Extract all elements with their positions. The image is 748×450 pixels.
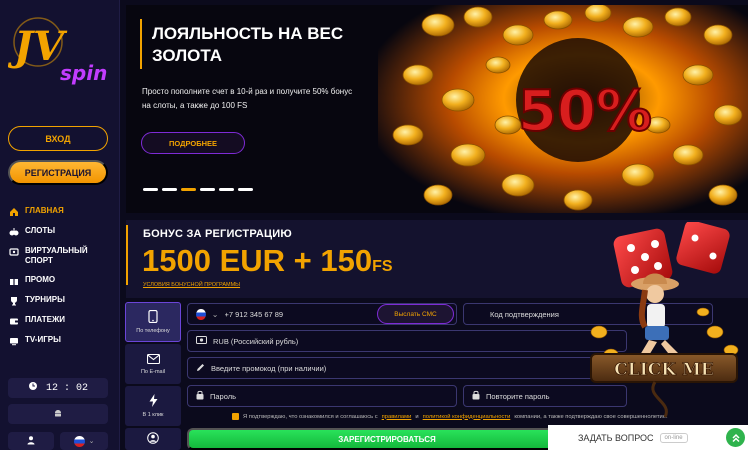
consent-and: и xyxy=(415,413,419,420)
promo-code-field[interactable] xyxy=(187,357,627,379)
bonus-label: БОНУС ЗА РЕГИСТРАЦИЮ xyxy=(143,228,292,240)
chevron-down-icon: ⌄ xyxy=(88,438,95,445)
pencil-icon xyxy=(196,363,205,374)
lock-icon xyxy=(472,390,480,402)
currency-value: RUB (Российский рубль) xyxy=(213,336,299,346)
tab-one-click[interactable]: В 1 клик xyxy=(125,386,181,426)
tv-icon xyxy=(8,335,19,346)
trophy-icon xyxy=(8,295,19,306)
mail-icon xyxy=(146,353,160,366)
tab-social[interactable] xyxy=(125,428,181,450)
nav-item-tv-games[interactable]: TV-ИГРЫ xyxy=(8,335,116,346)
online-status-badge: on-line xyxy=(659,432,688,443)
currency-select[interactable]: RUB (Российский рубль) xyxy=(187,330,627,352)
android-app-button[interactable] xyxy=(8,404,108,424)
tab-label: По телефону xyxy=(136,328,170,334)
banner-more-button[interactable]: ПОДРОБНЕЕ xyxy=(141,132,245,154)
consent-checkbox[interactable] xyxy=(232,413,239,420)
click-me-promo[interactable]: CLICK ME xyxy=(585,222,748,422)
svg-text:JV: JV xyxy=(8,23,68,70)
phone-icon xyxy=(148,309,158,325)
password-input[interactable] xyxy=(210,391,456,401)
nav-item-home[interactable]: ГЛАВНАЯ xyxy=(8,206,116,217)
submit-registration-button[interactable]: ЗАРЕГИСТРИРОВАТЬСЯ xyxy=(187,428,587,450)
clock-time: 12 : 02 xyxy=(45,382,88,394)
nav-item-virtual-sport[interactable]: ВИРТУАЛЬНЫЙ СПОРТ xyxy=(8,246,116,266)
virtual-sport-icon xyxy=(8,246,19,257)
click-me-label: CLICK ME xyxy=(614,360,713,380)
promo-code-input[interactable] xyxy=(211,363,626,373)
clock-icon xyxy=(28,381,38,395)
clock-widget: 12 : 02 xyxy=(8,378,108,398)
bonus-amount-suffix: FS xyxy=(372,258,393,275)
send-sms-button[interactable]: Выслать СМС xyxy=(377,304,454,324)
promo-icon xyxy=(8,275,19,286)
dice-icon xyxy=(613,222,730,288)
language-selector[interactable]: ⌄ xyxy=(60,432,108,450)
banner-pagination xyxy=(143,188,253,191)
nav-label: ВИРТУАЛЬНЫЙ СПОРТ xyxy=(25,246,88,265)
svg-text:spin: spin xyxy=(60,61,107,85)
nav-label: ТУРНИРЫ xyxy=(25,295,65,304)
bonus-amount: 1500 EUR + 150FS xyxy=(142,244,393,284)
main-nav: ГЛАВНАЯ СЛОТЫ ВИРТУАЛЬНЫЙ СПОРТ ПРОМО ТУ… xyxy=(8,206,116,355)
jvspin-logo[interactable]: JV spin xyxy=(8,10,112,90)
money-icon xyxy=(196,336,207,346)
app-root: JV spin ВХОД РЕГИСТРАЦИЯ ГЛАВНАЯ СЛОТЫ В… xyxy=(0,0,748,450)
ask-question-chat[interactable]: ЗАДАТЬ ВОПРОС on-line xyxy=(548,425,748,450)
nav-item-slots[interactable]: СЛОТЫ xyxy=(8,226,116,237)
banner-fifty-percent-text: 50% xyxy=(518,79,652,144)
banner-dot[interactable] xyxy=(219,188,234,191)
bonus-terms-link[interactable]: УСЛОВИЯ БОНУСНОЙ ПРОГРАММЫ xyxy=(143,282,240,288)
promo-banner: 50% ЛОЯЛЬНОСТЬ НА ВЕС ЗОЛОТА Просто попо… xyxy=(126,5,748,213)
slots-icon xyxy=(8,226,19,237)
nav-label: ПРОМО xyxy=(25,275,56,284)
lightning-icon xyxy=(149,394,158,409)
nav-item-payments[interactable]: ПЛАТЕЖИ xyxy=(8,315,116,326)
home-icon xyxy=(8,206,19,217)
nav-label: TV-ИГРЫ xyxy=(25,335,61,344)
user-circle-icon xyxy=(147,432,159,446)
banner-coins-art: 50% xyxy=(378,5,748,213)
chevron-down-icon: ⌄ xyxy=(211,309,219,319)
wallet-icon xyxy=(8,315,19,326)
consent-prefix: Я подтверждаю, что ознакомился и соглаша… xyxy=(243,413,378,420)
privacy-policy-link[interactable]: политикой конфиденциальности xyxy=(423,414,511,420)
register-button[interactable]: РЕГИСТРАЦИЯ xyxy=(8,160,108,185)
sidebar: JV spin ВХОД РЕГИСТРАЦИЯ ГЛАВНАЯ СЛОТЫ В… xyxy=(0,0,120,450)
lock-icon xyxy=(196,390,204,402)
login-button[interactable]: ВХОД xyxy=(8,126,108,151)
user-button[interactable] xyxy=(8,432,54,450)
tab-label: По E-mail xyxy=(140,368,166,375)
nav-item-promo[interactable]: ПРОМО xyxy=(8,275,116,286)
banner-description: Просто пополните счет в 10-й раз и получ… xyxy=(142,87,353,110)
ask-question-label: ЗАДАТЬ ВОПРОС xyxy=(578,432,654,443)
banner-dot[interactable] xyxy=(162,188,177,191)
tab-phone[interactable]: По телефону xyxy=(125,302,181,342)
chevrons-up-icon[interactable] xyxy=(726,428,745,447)
registration-tabs: По телефону По E-mail В 1 клик xyxy=(125,302,183,450)
banner-dot-active[interactable] xyxy=(181,188,196,191)
rules-link[interactable]: правилами xyxy=(382,414,412,420)
russia-flag-icon xyxy=(73,435,85,447)
banner-dot[interactable] xyxy=(200,188,215,191)
nav-label: ПЛАТЕЖИ xyxy=(25,315,65,324)
tab-email[interactable]: По E-mail xyxy=(125,344,181,384)
user-icon xyxy=(26,435,36,447)
banner-dot[interactable] xyxy=(238,188,253,191)
banner-accent-line xyxy=(140,19,142,69)
nav-item-tournaments[interactable]: ТУРНИРЫ xyxy=(8,295,116,306)
bonus-accent-line xyxy=(126,225,128,285)
password-field[interactable] xyxy=(187,385,457,407)
nav-label: СЛОТЫ xyxy=(25,226,56,235)
android-icon xyxy=(53,408,63,421)
bonus-amount-value: 1500 EUR + 150 xyxy=(142,243,373,278)
nav-label: ГЛАВНАЯ xyxy=(25,206,64,215)
banner-dot[interactable] xyxy=(143,188,158,191)
russia-flag-icon xyxy=(196,308,206,320)
banner-title: ЛОЯЛЬНОСТЬ НА ВЕС ЗОЛОТА xyxy=(152,24,344,65)
tab-label: В 1 клик xyxy=(142,412,164,418)
